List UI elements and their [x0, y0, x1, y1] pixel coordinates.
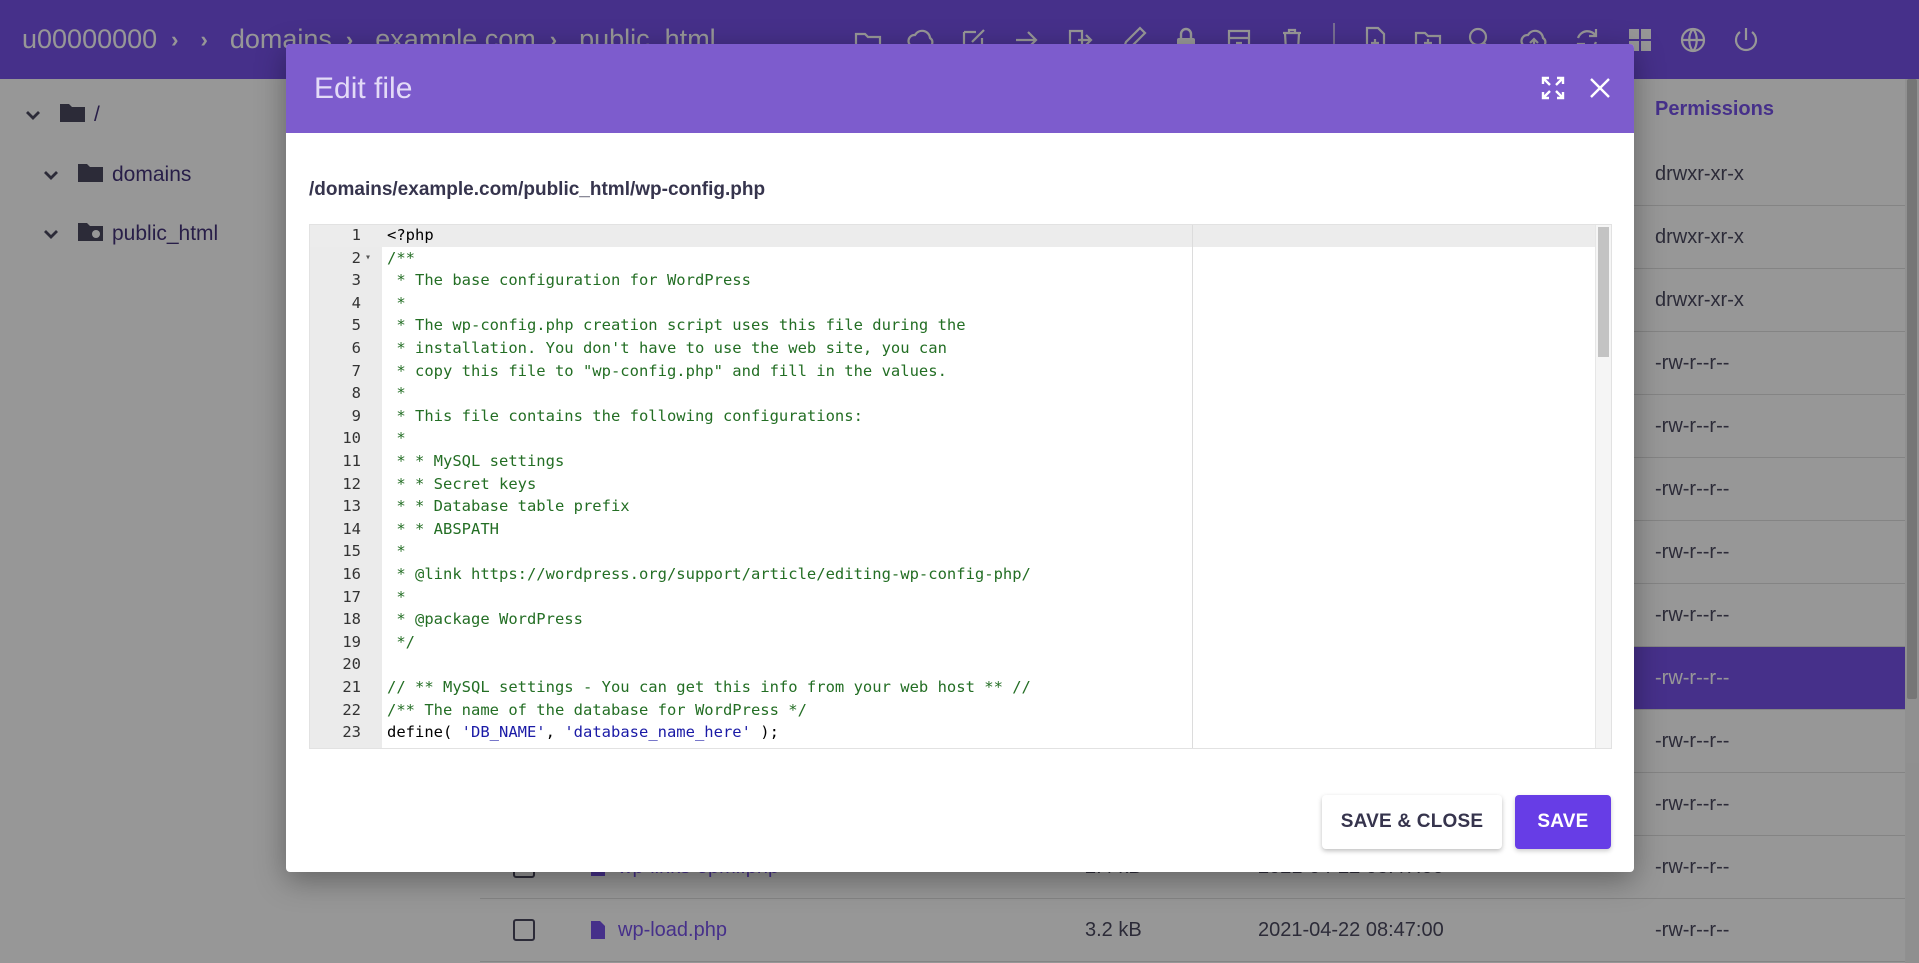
line-number: 3	[351, 271, 361, 290]
code-line[interactable]: 16 * @link https://wordpress.org/support…	[310, 563, 1595, 586]
code-text: *	[387, 542, 406, 561]
code-text: * copy this file to "wp-config.php" and …	[387, 361, 947, 380]
code-line[interactable]: 9 * This file contains the following con…	[310, 405, 1595, 428]
code-token: ,	[545, 723, 565, 742]
save-and-close-button[interactable]: SAVE & CLOSE	[1322, 795, 1502, 849]
dialog-title: Edit file	[314, 71, 413, 105]
code-text: /**	[387, 248, 415, 267]
code-line[interactable]: 6 * installation. You don't have to use …	[310, 337, 1595, 360]
code-line[interactable]: 14 * * ABSPATH	[310, 518, 1595, 541]
code-line[interactable]: 17 *	[310, 586, 1595, 609]
line-number: 13	[342, 497, 361, 516]
line-number: 17	[342, 587, 361, 606]
code-text: <?php	[387, 226, 434, 244]
line-number: 4	[351, 293, 361, 312]
fold-toggle-icon[interactable]: ▾	[365, 247, 371, 270]
line-number: 6	[351, 339, 361, 357]
code-text: * @package WordPress	[387, 610, 583, 629]
code-line[interactable]: 12 * * Secret keys	[310, 473, 1595, 496]
line-number: 2	[351, 248, 361, 267]
code-text: *	[387, 293, 406, 312]
line-number: 24	[310, 744, 361, 748]
code-line[interactable]: 4 *	[310, 292, 1595, 315]
fullscreen-icon[interactable]	[1537, 72, 1569, 104]
code-line[interactable]: 20	[310, 653, 1595, 676]
code-text: * The wp-config.php creation script uses…	[387, 316, 966, 335]
code-line[interactable]: 23 define( 'DB_NAME', 'database_name_here…	[310, 721, 1595, 744]
code-string: 'database_name_here'	[564, 723, 751, 742]
code-line[interactable]: 18 * @package WordPress	[310, 608, 1595, 631]
edit-file-dialog: Edit file /domains/example.com/public_ht…	[286, 44, 1634, 872]
line-number: 14	[342, 519, 361, 538]
line-number: 12	[342, 474, 361, 493]
code-text: * installation. You don't have to use th…	[387, 339, 947, 357]
line-number: 11	[342, 452, 361, 470]
line-number: 21	[342, 678, 361, 696]
line-number: 23	[342, 723, 361, 742]
line-number: 16	[342, 565, 361, 583]
code-text: /** The name of the database for WordPre…	[387, 700, 807, 719]
code-text: * * Database table prefix	[387, 497, 630, 516]
save-button[interactable]: SAVE	[1515, 795, 1611, 849]
line-number: 22	[342, 700, 361, 719]
code-line[interactable]: 8 *	[310, 382, 1595, 405]
code-text: * * MySQL settings	[387, 452, 565, 470]
code-line[interactable]: 2 ▾ /**	[310, 247, 1595, 270]
line-number: 20	[342, 655, 361, 674]
code-line[interactable]: 11 * * MySQL settings	[310, 450, 1595, 473]
code-string: 'DB_NAME'	[461, 723, 546, 742]
line-number: 10	[342, 429, 361, 448]
code-line[interactable]: 10 *	[310, 427, 1595, 450]
code-token: );	[750, 723, 779, 742]
line-number: 5	[351, 316, 361, 335]
code-line[interactable]: 22 /** The name of the database for WordP…	[310, 699, 1595, 722]
code-text: * This file contains the following confi…	[387, 406, 863, 425]
file-path: /domains/example.com/public_html/wp-conf…	[309, 179, 766, 200]
line-number: 15	[342, 542, 361, 561]
code-text: * @link https://wordpress.org/support/ar…	[387, 565, 1031, 583]
code-line[interactable]: 3 * The base configuration for WordPress	[310, 269, 1595, 292]
code-line[interactable]: 19 */	[310, 631, 1595, 654]
editor-scrollbar-thumb[interactable]	[1598, 227, 1609, 357]
code-line[interactable]: 13 * * Database table prefix	[310, 495, 1595, 518]
code-line[interactable]: 15 *	[310, 540, 1595, 563]
code-editor[interactable]: 1 <?php 2 ▾ /** 3 * The base configuration fo…	[309, 224, 1612, 749]
code-line[interactable]: 21 // ** MySQL settings - You can get thi…	[310, 676, 1595, 699]
dialog-header: Edit file	[286, 44, 1634, 133]
code-line[interactable]: 7 * copy this file to "wp-config.php" an…	[310, 360, 1595, 383]
code-text: *	[387, 587, 406, 606]
code-text: *	[387, 429, 406, 448]
code-text: *	[387, 384, 406, 403]
code-text: define( 'DB_NAME', 'database_name_here' …	[387, 721, 779, 744]
code-text: * * ABSPATH	[387, 519, 499, 538]
close-icon[interactable]	[1584, 72, 1616, 104]
code-text: */	[387, 632, 415, 651]
line-number: 7	[351, 361, 361, 380]
code-text: * * Secret keys	[387, 474, 537, 493]
code-token: define(	[387, 723, 462, 742]
code-text: // ** MySQL settings - You can get this …	[387, 678, 1031, 696]
line-number: 1	[351, 226, 361, 244]
line-number: 19	[342, 632, 361, 651]
line-number: 18	[342, 610, 361, 629]
code-text: * The base configuration for WordPress	[387, 271, 751, 290]
code-line[interactable]: 1 <?php	[310, 225, 1595, 247]
code-line[interactable]: 24	[310, 744, 1595, 748]
line-number: 8	[351, 384, 361, 403]
code-line[interactable]: 5 * The wp-config.php creation script us…	[310, 314, 1595, 337]
line-number: 9	[351, 406, 361, 425]
